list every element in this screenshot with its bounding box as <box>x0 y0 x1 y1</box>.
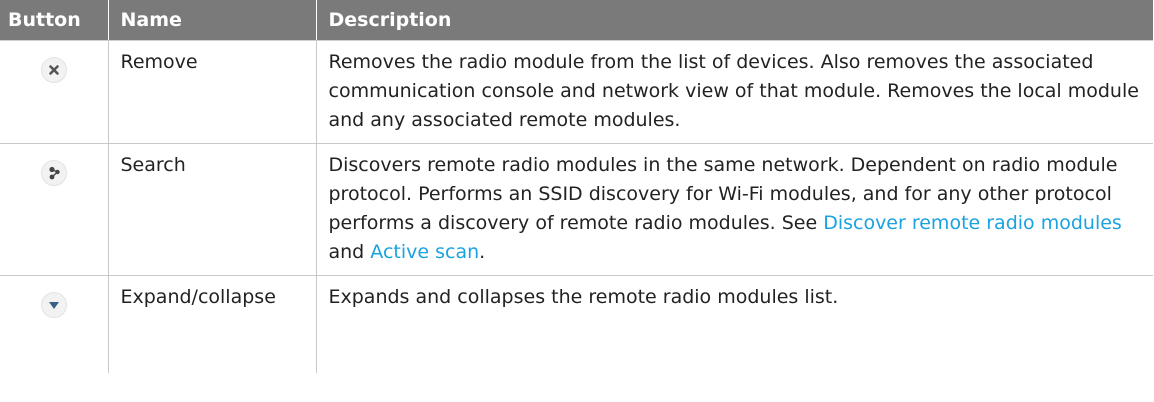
button-cell <box>0 276 108 374</box>
header-button: Button <box>0 0 108 41</box>
button-cell <box>0 40 108 144</box>
header-description: Description <box>315 0 1153 41</box>
description-text: . <box>479 241 486 263</box>
search-network-icon <box>40 160 67 186</box>
header-row: Button Name Description <box>0 0 1153 41</box>
row-name: Remove <box>107 40 316 144</box>
row-description: Removes the radio module from the list o… <box>315 40 1153 144</box>
row-description: Expands and collapses the remote radio m… <box>315 275 1153 373</box>
discover-remote-link[interactable]: Discover remote radio modules <box>823 212 1122 234</box>
chevron-down-icon <box>40 292 67 318</box>
button-cell <box>0 143 108 276</box>
row-description: Discovers remote radio modules in the sa… <box>315 143 1153 276</box>
header-name: Name <box>107 0 316 41</box>
row-name: Search <box>107 143 316 276</box>
table-row: Expand/collapse Expands and collapses th… <box>0 275 1153 374</box>
table-row: Remove Removes the radio module from the… <box>0 40 1153 144</box>
close-icon <box>40 57 67 83</box>
active-scan-link[interactable]: Active scan <box>370 241 479 263</box>
table-header: Button Name Description <box>0 0 1153 41</box>
table-body: Remove Removes the radio module from the… <box>0 40 1153 374</box>
description-text: and <box>328 241 371 263</box>
table-row: Search Discovers remote radio modules in… <box>0 143 1153 276</box>
row-name: Expand/collapse <box>107 275 316 373</box>
buttons-table: Button Name Description Remove Removes t… <box>0 0 1153 373</box>
